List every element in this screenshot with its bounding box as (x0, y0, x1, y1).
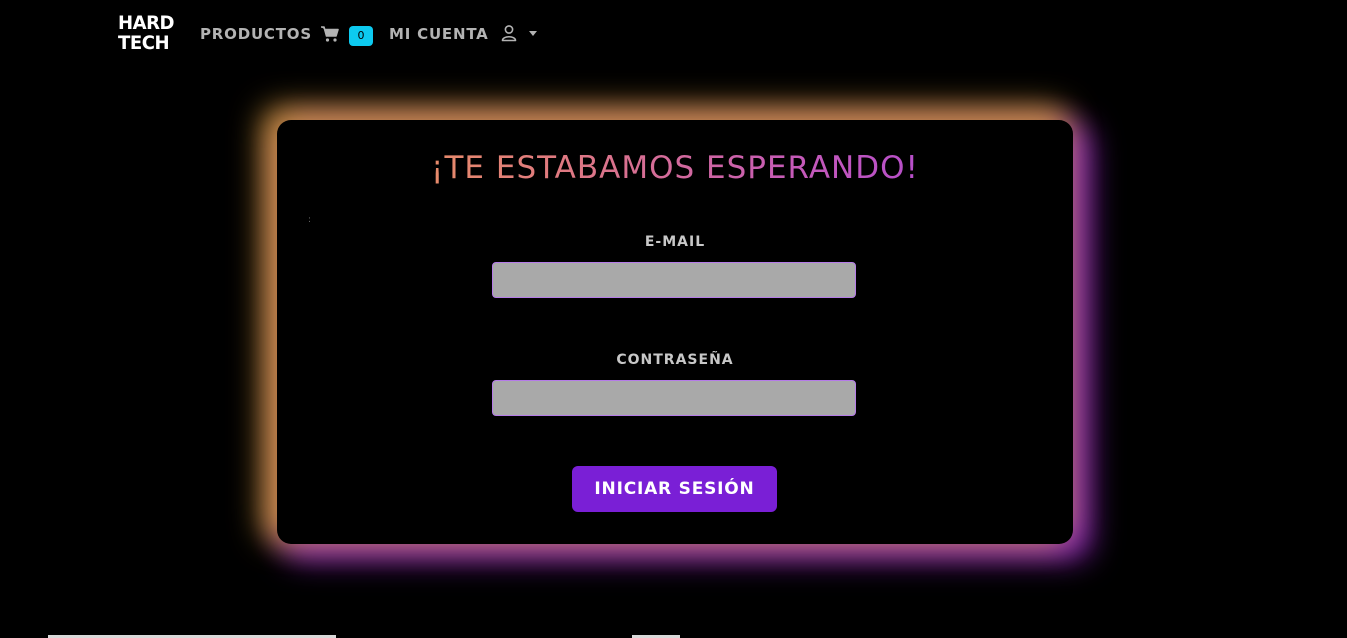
password-field[interactable] (492, 380, 856, 416)
password-label: CONTRASEÑA (616, 352, 734, 368)
shopping-cart-icon[interactable] (320, 25, 340, 43)
email-label: E-MAIL (644, 234, 706, 250)
hardtech-logo[interactable]: HARD TECH (118, 13, 178, 57)
logo-line-1: HARD (118, 12, 175, 34)
top-navbar: HARD TECH PRODUCTOS 0 MI CUENTA (0, 0, 1347, 70)
user-icon[interactable] (500, 24, 518, 42)
login-submit-button[interactable]: INICIAR SESIÓN (572, 466, 777, 512)
nav-link-products[interactable]: PRODUCTOS (200, 25, 312, 43)
nav-link-my-account[interactable]: MI CUENTA (389, 25, 489, 43)
stray-text-mark: : (308, 215, 312, 225)
user-menu-chevron-down-icon[interactable] (529, 31, 537, 36)
logo-line-2: TECH (118, 32, 170, 54)
email-field[interactable] (492, 262, 856, 298)
login-card: ¡TE ESTABAMOS ESPERANDO! : E-MAIL CONTRA… (277, 120, 1073, 544)
login-title: ¡TE ESTABAMOS ESPERANDO! (277, 150, 1073, 186)
cart-count-badge[interactable]: 0 (349, 26, 373, 46)
